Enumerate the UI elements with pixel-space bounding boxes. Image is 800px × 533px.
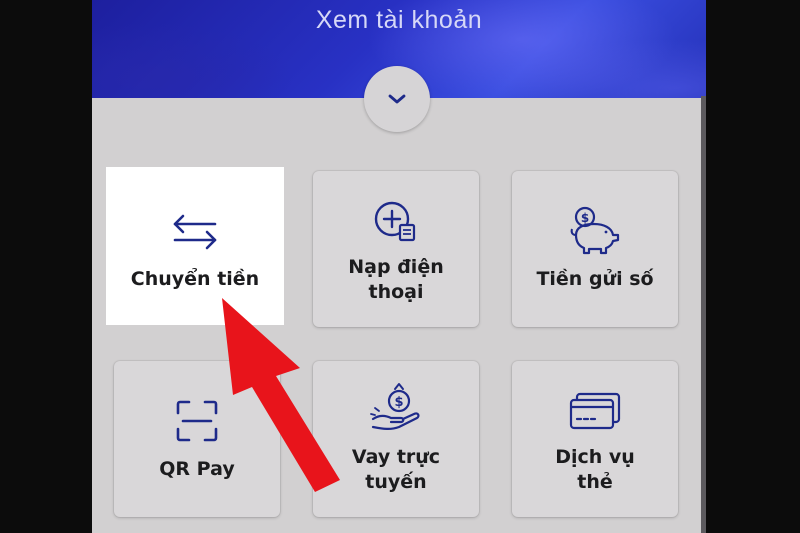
tile-transfer[interactable]: Chuyển tiền (106, 167, 284, 325)
right-border (706, 0, 800, 533)
cards-icon (512, 391, 678, 431)
tile-label-line1: Dịch vụ (555, 446, 635, 468)
svg-text:$: $ (581, 211, 589, 225)
tile-digital-deposit[interactable]: $ Tiền gửi số (512, 171, 678, 327)
loan-hand-coin-icon: $ (313, 381, 479, 435)
svg-text:$: $ (394, 395, 403, 410)
tile-card-services[interactable]: Dịch vụ thẻ (512, 361, 678, 517)
tile-label: Chuyển tiền (130, 268, 260, 290)
screenshot-stage: Xem tài khoản Chuyển tiền Nạp điện thoại… (0, 0, 800, 533)
phone-screen: Xem tài khoản Chuyển tiền Nạp điện thoại… (92, 0, 706, 533)
view-account-title[interactable]: Xem tài khoản (92, 6, 706, 35)
tile-label-line1: Vay trực (351, 446, 441, 468)
qr-scan-icon (114, 399, 280, 443)
tile-label: Tiền gửi số (536, 268, 654, 290)
transfer-arrows-icon (106, 213, 284, 251)
tile-online-loan[interactable]: $ Vay trực tuyến (313, 361, 479, 517)
tile-qr-pay[interactable]: QR Pay (114, 361, 280, 517)
left-border (0, 0, 92, 533)
tile-label-line2: thẻ (577, 471, 613, 493)
tile-label-line1: Nạp điện (348, 256, 444, 278)
tile-phone-topup[interactable]: Nạp điện thoại (313, 171, 479, 327)
scrollbar[interactable] (701, 96, 706, 533)
tile-label-line2: thoại (368, 281, 424, 303)
tile-label: QR Pay (159, 458, 235, 480)
expand-button[interactable] (364, 66, 430, 132)
piggy-bank-icon: $ (512, 205, 678, 255)
phone-topup-icon (313, 199, 479, 243)
chevron-down-icon (386, 92, 408, 106)
tile-label-line2: tuyến (365, 471, 427, 493)
